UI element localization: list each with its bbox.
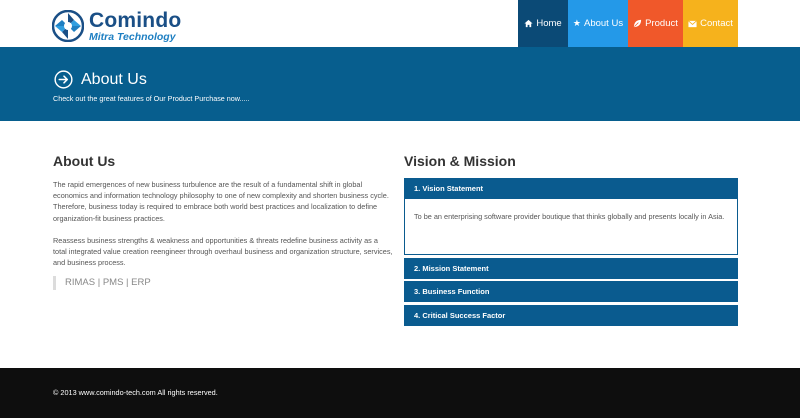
brand-tagline: Mitra Technology xyxy=(89,30,176,43)
star-icon: ★ xyxy=(572,18,581,28)
nav-label-contact: Contact xyxy=(700,18,733,29)
accordion-header-critical-success-factor[interactable]: 4. Critical Success Factor xyxy=(404,305,738,326)
page-subtitle: Check out the great features of Our Prod… xyxy=(53,94,250,103)
nav-item-contact[interactable]: Contact xyxy=(683,0,738,47)
about-paragraph-2: Reassess business strengths & weakness a… xyxy=(53,236,393,268)
aperture-logo-icon xyxy=(52,10,84,42)
site-logo[interactable]: Comindo Mitra Technology xyxy=(52,9,181,43)
brand-name: Comindo xyxy=(89,8,182,32)
nav-label-home: Home xyxy=(536,18,562,29)
accordion-header-business-function[interactable]: 3. Business Function xyxy=(404,281,738,302)
vision-heading: Vision & Mission xyxy=(404,153,516,169)
accordion-item-vision: 1. Vision Statement xyxy=(404,178,738,199)
top-header: Comindo Mitra Technology Home ★ About Us… xyxy=(0,0,800,47)
nav-label-product: Product xyxy=(645,18,678,29)
nav-label-about-us: About Us xyxy=(584,18,624,29)
accordion-header-mission[interactable]: 2. Mission Statement xyxy=(404,258,738,279)
accordion-item-business-function: 3. Business Function xyxy=(404,281,738,302)
accordion-item-critical-success-factor: 4. Critical Success Factor xyxy=(404,305,738,326)
leaf-icon xyxy=(633,19,642,28)
about-heading: About Us xyxy=(53,153,116,169)
nav-item-product[interactable]: Product xyxy=(628,0,683,47)
accordion-header-vision[interactable]: 1. Vision Statement xyxy=(404,178,738,199)
accordion-body-vision: To be an enterprising software provider … xyxy=(404,199,738,255)
main-nav: Home ★ About Us Product Contact xyxy=(518,0,738,47)
circle-arrow-right-icon xyxy=(54,70,73,89)
nav-item-about-us[interactable]: ★ About Us xyxy=(568,0,628,47)
page-title: About Us xyxy=(54,70,147,89)
home-icon xyxy=(524,19,533,28)
page-title-text: About Us xyxy=(81,70,147,88)
accordion-item-mission: 2. Mission Statement xyxy=(404,258,738,279)
footer-copyright: © 2013 www.comindo-tech.com All rights r… xyxy=(53,388,218,397)
product-tagline: RIMAS | PMS | ERP xyxy=(53,276,151,290)
nav-item-home[interactable]: Home xyxy=(518,0,568,47)
about-paragraph-1: The rapid emergences of new business tur… xyxy=(53,180,389,223)
envelope-icon xyxy=(688,20,697,28)
